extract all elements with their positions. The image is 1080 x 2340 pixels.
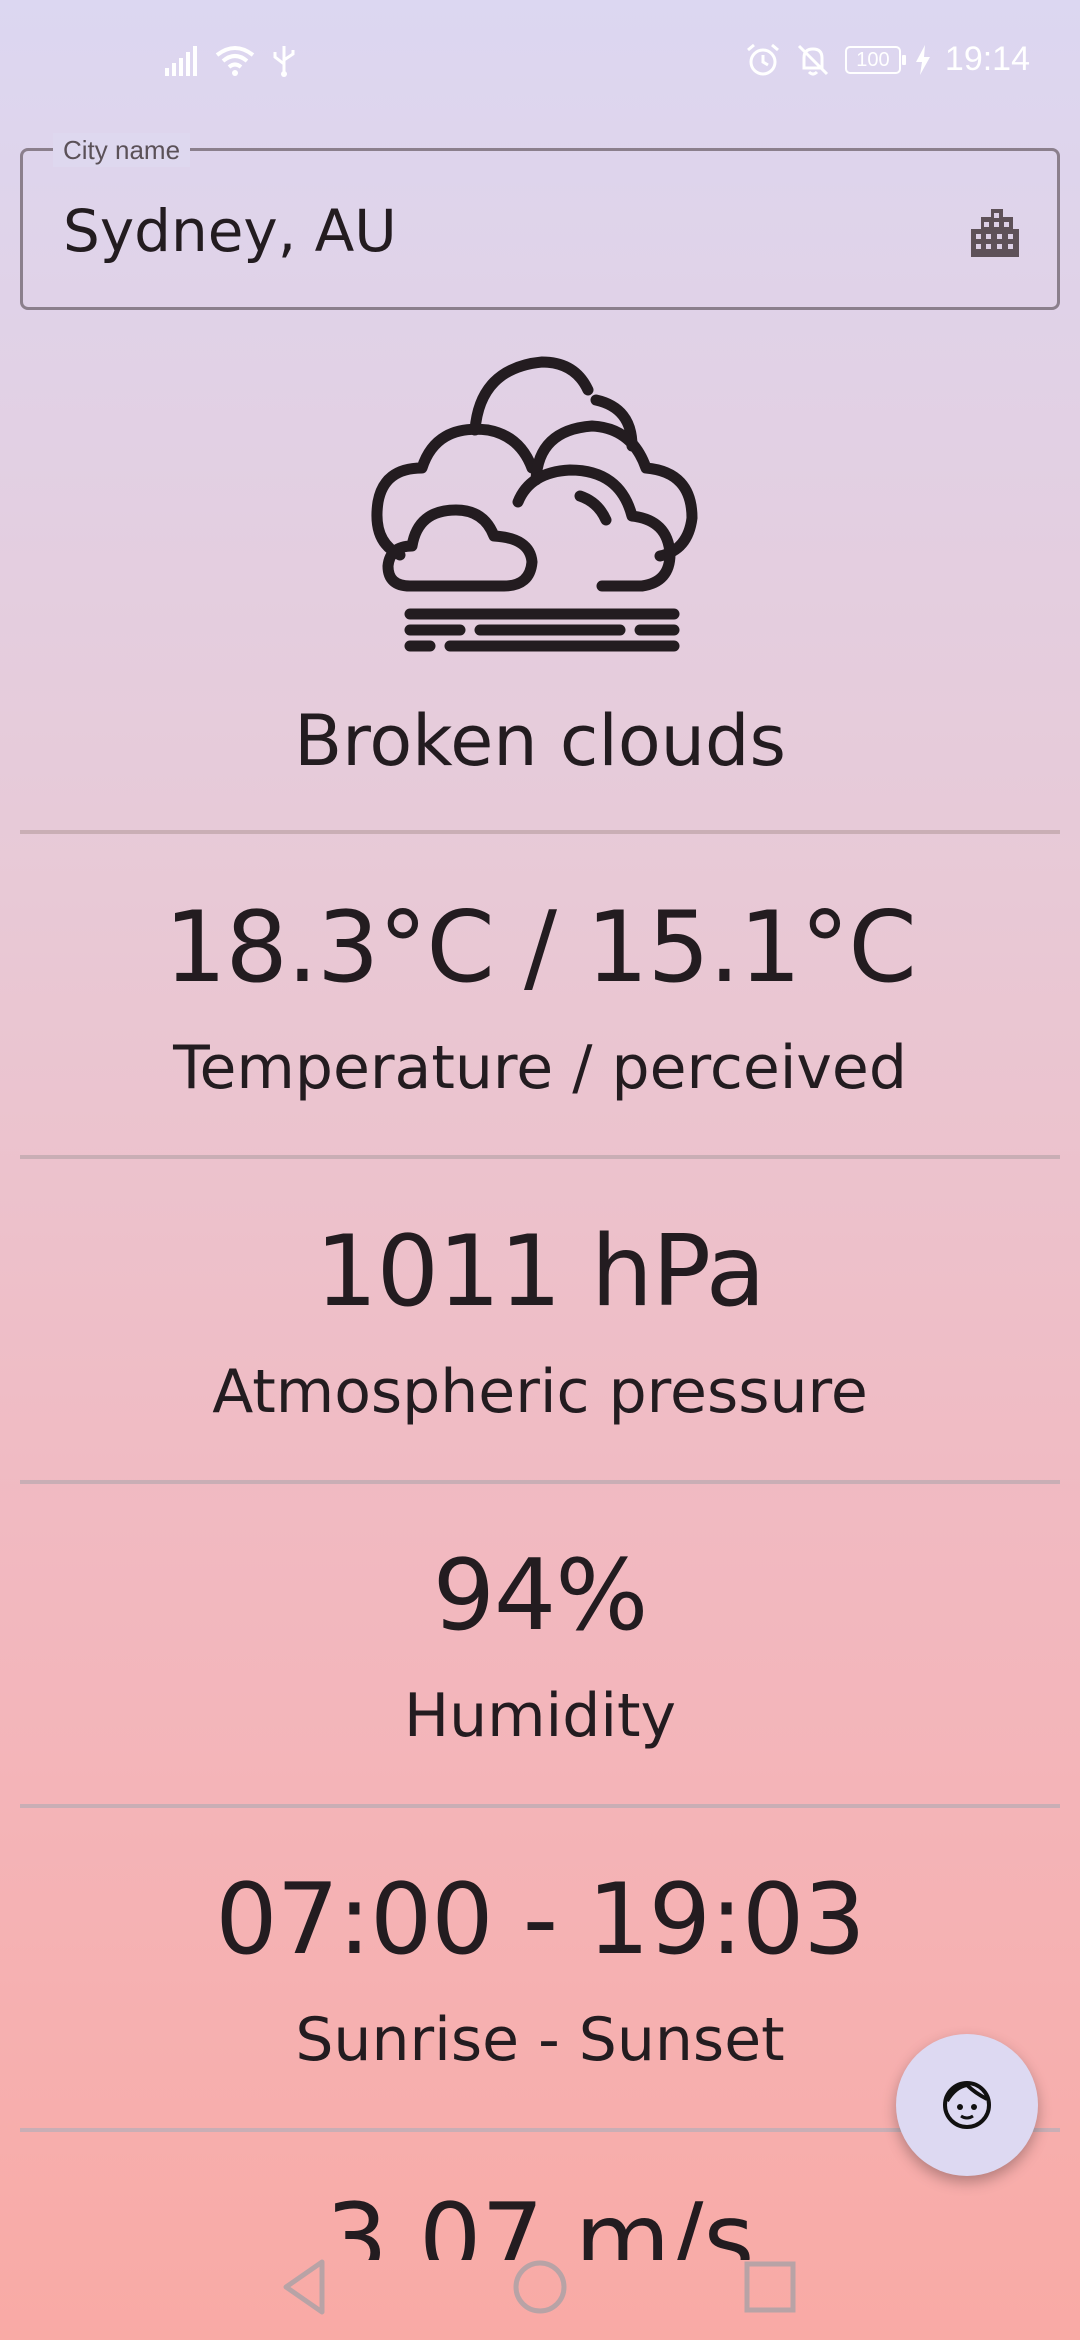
pressure-metric: 1011 hPa Atmospheric pressure: [0, 1212, 1080, 1432]
humidity-label: Humidity: [403, 1681, 677, 1751]
status-bar: 100 19:14: [0, 0, 1080, 130]
usb-icon: [273, 46, 295, 77]
divider: [20, 1804, 1060, 1808]
face-icon: [943, 2081, 991, 2129]
humidity-metric: 94% Humidity: [0, 1536, 1080, 1756]
home-icon[interactable]: [505, 2252, 575, 2322]
recents-icon[interactable]: [735, 2252, 805, 2322]
back-icon[interactable]: [272, 2252, 342, 2322]
broken-clouds-icon: [371, 356, 698, 652]
divider: [20, 1155, 1060, 1159]
city-input[interactable]: Sydney, AU: [63, 197, 397, 265]
battery-icon: 100: [844, 45, 906, 74]
pressure-value: 1011 hPa: [315, 1215, 765, 1329]
temperature-label: Temperature / perceived: [173, 1033, 907, 1103]
wifi-icon: [215, 46, 255, 76]
temperature-metric: 18.3°C / 15.1°C Temperature / perceived: [0, 888, 1080, 1108]
divider: [20, 1480, 1060, 1484]
clock: 19:14: [944, 40, 1030, 78]
status-right: 100 19:14: [745, 40, 1030, 79]
temperature-value: 18.3°C / 15.1°C: [164, 891, 917, 1005]
weather-condition: Broken clouds: [294, 700, 786, 782]
humidity-value: 94%: [432, 1539, 649, 1653]
sunrise-sunset-metric: 07:00 - 19:03 Sunrise - Sunset: [0, 1860, 1080, 2080]
city-icon: [971, 209, 1019, 257]
battery-level: 100: [856, 48, 890, 71]
divider: [20, 830, 1060, 834]
status-left: [165, 44, 297, 78]
pressure-label: Atmospheric pressure: [212, 1357, 868, 1427]
bell-off-icon: [797, 44, 828, 75]
alarm-icon: [746, 43, 779, 75]
sunrise-sunset-value: 07:00 - 19:03: [215, 1863, 866, 1977]
charging-icon: [915, 44, 930, 75]
navigation-bar: [0, 2230, 1080, 2340]
signal-icon: [165, 46, 197, 76]
city-field-label: City name: [53, 133, 191, 167]
city-field[interactable]: City name Sydney, AU: [20, 133, 1060, 310]
face-fab-button[interactable]: [896, 2034, 1038, 2176]
